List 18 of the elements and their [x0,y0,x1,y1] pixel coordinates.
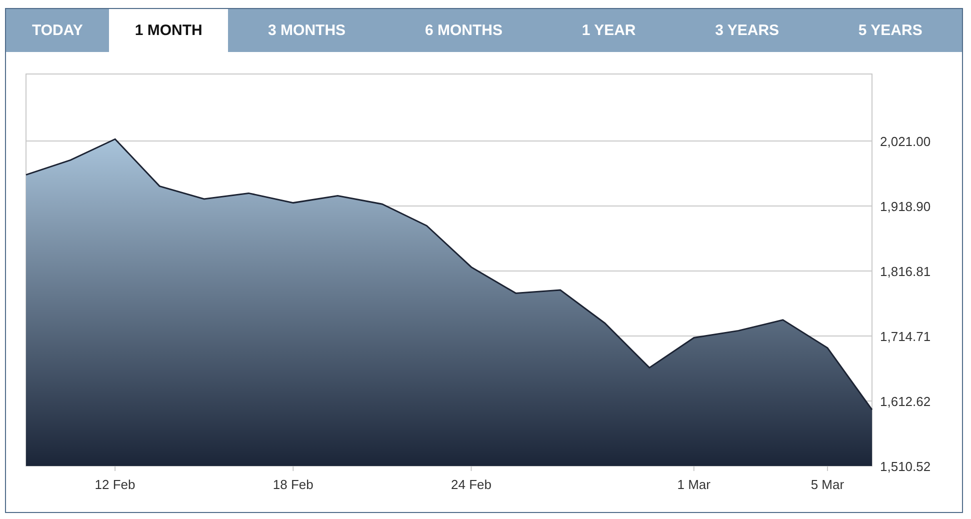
y-axis-label: 1,510.52 [880,459,931,474]
period-tab[interactable]: 3 YEARS [675,9,819,52]
y-axis-label: 1,816.81 [880,264,931,280]
period-tab[interactable]: 3 MONTHS [228,9,386,52]
x-axis-label: 12 Feb [94,477,136,492]
y-axis-label: 1,612.62 [880,394,931,409]
y-axis-label: 2,021.00 [880,134,931,150]
period-tab[interactable]: 1 MONTH [108,9,228,52]
period-tab[interactable]: TODAY [6,9,109,52]
x-axis-label: 24 Feb [451,477,492,492]
x-axis-label: 1 Mar [677,477,710,492]
x-axis-label: 18 Feb [272,477,314,492]
y-axis-label: 1,714.71 [880,329,931,344]
y-axis-label: 1,918.90 [880,199,931,214]
period-tab[interactable]: 6 MONTHS [385,9,542,52]
period-tab[interactable]: 1 YEAR [542,9,676,52]
period-tab[interactable]: 5 YEARS [818,9,962,52]
x-axis-label: 5 Mar [810,477,844,492]
